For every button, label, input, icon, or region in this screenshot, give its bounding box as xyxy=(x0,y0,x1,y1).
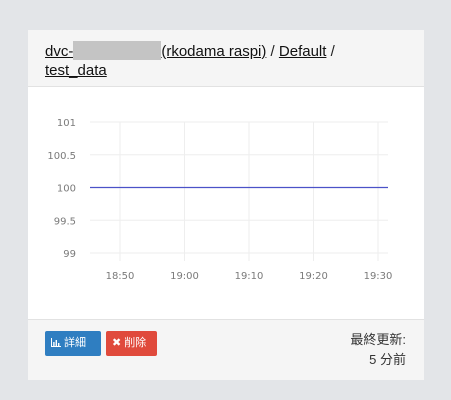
close-icon: ✖ xyxy=(112,337,122,349)
line-chart: 101 100.5 100 99.5 99 18:50 19:00 19:10 19:20 19:… xyxy=(47,118,393,282)
y-tick-label: 100.5 xyxy=(47,151,76,162)
breadcrumb-separator: / xyxy=(266,43,279,60)
delete-label: 削除 xyxy=(124,337,147,349)
data-card: dvc- (rkodama raspi) / Default / test_dat… xyxy=(28,30,424,380)
delete-button[interactable]: ✖ 削除 xyxy=(106,331,157,356)
x-tick-label: 19:30 xyxy=(364,271,393,282)
y-tick-label: 99.5 xyxy=(54,216,76,227)
last-updated-value: 5 分前 xyxy=(369,352,406,367)
card-footer: 詳細 ✖ 削除 最終更新: 5 分前 xyxy=(28,319,424,380)
y-tick-label: 99 xyxy=(63,249,76,260)
detail-button[interactable]: 詳細 xyxy=(45,331,101,356)
x-tick-label: 19:10 xyxy=(235,271,264,282)
x-tick-label: 19:20 xyxy=(299,271,328,282)
chart-area: 101 100.5 100 99.5 99 18:50 19:00 19:10 19:20 19:… xyxy=(28,87,424,319)
detail-label: 詳細 xyxy=(64,337,86,349)
x-tick-label: 18:50 xyxy=(106,271,135,282)
device-link[interactable]: dvc- (rkodama raspi) xyxy=(45,41,267,60)
device-suffix: (rkodama raspi) xyxy=(161,43,267,60)
chart-icon xyxy=(51,331,61,356)
card-header: dvc- (rkodama raspi) / Default / test_dat… xyxy=(28,30,424,87)
breadcrumb-separator: / xyxy=(326,43,335,60)
last-updated: 最終更新: 5 分前 xyxy=(350,330,406,370)
y-tick-label: 100 xyxy=(57,184,76,195)
redacted-device-id xyxy=(73,41,162,60)
last-updated-label: 最終更新: xyxy=(350,332,406,347)
group-link[interactable]: Default xyxy=(279,43,327,60)
device-prefix: dvc- xyxy=(45,43,74,60)
x-tick-label: 19:00 xyxy=(170,271,199,282)
y-tick-label: 101 xyxy=(57,118,76,129)
data-link[interactable]: test_data xyxy=(45,62,107,79)
